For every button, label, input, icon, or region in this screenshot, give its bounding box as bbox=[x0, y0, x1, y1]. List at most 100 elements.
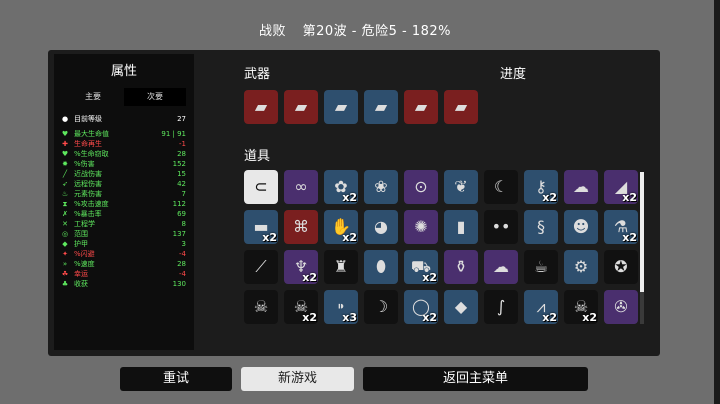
item-quantity: x2 bbox=[582, 311, 597, 324]
stat-name: %闪避 bbox=[74, 250, 95, 258]
retry-button[interactable]: 重试 bbox=[120, 367, 232, 391]
inventory-slot[interactable]: ▮ bbox=[444, 210, 478, 244]
inventory-slot[interactable]: ☠ bbox=[244, 290, 278, 324]
inventory-slot[interactable]: ❦ bbox=[444, 170, 478, 204]
item-quantity: x2 bbox=[422, 311, 437, 324]
inventory-slot[interactable]: ✿ x2 bbox=[324, 170, 358, 204]
stat-value: -4 bbox=[179, 270, 186, 278]
main-menu-button[interactable]: 返回主菜单 bbox=[363, 367, 588, 391]
stone-item-icon: ⬮ bbox=[375, 257, 387, 276]
inventory-slot[interactable]: ▰ bbox=[404, 90, 438, 124]
range-icon: ◎ bbox=[61, 229, 69, 238]
syringe-item-icon: ⟋ bbox=[255, 257, 267, 276]
tab-secondary[interactable]: 次要 bbox=[124, 88, 186, 106]
stat-row: ● 目前等级 27 bbox=[60, 114, 188, 124]
inventory-slot[interactable]: ☕ bbox=[524, 250, 558, 284]
stat-row: ⧗ %攻击速度 112 bbox=[60, 199, 188, 209]
worm-item-icon: § bbox=[537, 217, 545, 236]
stats-panel: 属性 主要 次要 ● 目前等级 27 ♥ 最大生命值 91 | 91 ✚ 生命再生 -1 ♥ %生命… bbox=[54, 54, 194, 350]
inventory-slot[interactable]: ✋ x2 bbox=[324, 210, 358, 244]
inventory-slot[interactable]: ☁ bbox=[564, 170, 598, 204]
eraser-item-icon: ◆ bbox=[454, 297, 468, 316]
inventory-slot[interactable]: ☁ bbox=[484, 250, 518, 284]
inventory-slot[interactable]: ⬮ bbox=[364, 250, 398, 284]
inventory-slot[interactable]: § bbox=[524, 210, 558, 244]
feather-item-icon: ❦ bbox=[454, 177, 468, 196]
stat-name: 幸运 bbox=[74, 270, 88, 278]
inventory-slot[interactable]: ⌘ bbox=[284, 210, 318, 244]
inventory-slot[interactable]: ▰ bbox=[364, 90, 398, 124]
inventory-slot[interactable]: ∞ bbox=[284, 170, 318, 204]
inventory-slot[interactable]: ☽ bbox=[364, 290, 398, 324]
inventory-slot[interactable]: ✺ bbox=[404, 210, 438, 244]
inventory-slot[interactable]: ☾ bbox=[484, 170, 518, 204]
result-header: 战败 第20波 - 危险5 - 182% bbox=[0, 20, 710, 39]
stat-value: 28 bbox=[177, 260, 186, 268]
inventory-slot[interactable]: ☠ x2 bbox=[564, 290, 598, 324]
stat-name: %速度 bbox=[74, 260, 95, 268]
grinder-item-icon: ✇ bbox=[614, 297, 628, 316]
inventory-slot[interactable]: ⩘ x2 bbox=[524, 290, 558, 324]
snake-item-icon: ∫ bbox=[496, 297, 506, 316]
stats-tabs: 主要 次要 bbox=[62, 88, 186, 106]
stat-name: 元素伤害 bbox=[74, 190, 102, 198]
inventory-slot[interactable]: ▰ bbox=[444, 90, 478, 124]
weapon-pistol-icon: ▰ bbox=[294, 97, 308, 116]
item-quantity: x2 bbox=[542, 311, 557, 324]
melee-icon: ╱ bbox=[62, 169, 68, 178]
item-quantity: x2 bbox=[262, 231, 277, 244]
robot-item-icon: ⌘ bbox=[293, 217, 309, 236]
items-scrollbar-thumb[interactable] bbox=[640, 172, 644, 292]
inventory-slot[interactable]: ⁍ x3 bbox=[324, 290, 358, 324]
weapon-pistol-icon: ▰ bbox=[334, 97, 348, 116]
inventory-slot[interactable]: •• bbox=[484, 210, 518, 244]
stat-row: ✦ %闪避 -4 bbox=[60, 249, 188, 259]
horn-item-icon: ☽ bbox=[373, 297, 389, 316]
inventory-slot[interactable]: ∫ bbox=[484, 290, 518, 324]
stat-value: 15 bbox=[177, 170, 186, 178]
inventory-slot[interactable]: ☻ bbox=[564, 210, 598, 244]
inventory-slot[interactable]: ▰ bbox=[324, 90, 358, 124]
crit-icon: ✗ bbox=[62, 209, 68, 218]
inventory-slot[interactable]: ⊙ bbox=[404, 170, 438, 204]
tab-primary[interactable]: 主要 bbox=[62, 88, 124, 106]
inventory-slot[interactable]: ⚗ x2 bbox=[604, 210, 638, 244]
inventory-slot[interactable]: ▰ bbox=[284, 90, 318, 124]
inventory-slot[interactable]: ⚱ bbox=[444, 250, 478, 284]
inventory-slot[interactable]: ☠ x2 bbox=[284, 290, 318, 324]
stat-value: 112 bbox=[172, 200, 186, 208]
weapons-label: 武器 bbox=[244, 67, 271, 82]
inventory-slot[interactable]: ♜ bbox=[324, 250, 358, 284]
stat-row: ♣ 收获 130 bbox=[60, 279, 188, 289]
scythe-item-icon: ☾ bbox=[493, 177, 509, 196]
stat-value: 152 bbox=[172, 160, 186, 168]
elemental-icon: ♨ bbox=[61, 189, 69, 198]
inventory-slot[interactable]: ▬ x2 bbox=[244, 210, 278, 244]
right-edge-strip bbox=[714, 0, 720, 404]
inventory-slot[interactable]: ⛟ x2 bbox=[404, 250, 438, 284]
inventory-slot[interactable]: ⊂ bbox=[244, 170, 278, 204]
inventory-slot[interactable]: ⚙ bbox=[564, 250, 598, 284]
stat-row: » %速度 28 bbox=[60, 259, 188, 269]
stat-value: 27 bbox=[177, 115, 186, 123]
inventory-slot[interactable]: ◆ bbox=[444, 290, 478, 324]
stats-list: ● 目前等级 27 ♥ 最大生命值 91 | 91 ✚ 生命再生 -1 ♥ %生命窃取 28 ✸ %伤害 1… bbox=[60, 114, 188, 289]
inventory-slot[interactable]: ◯ x2 bbox=[404, 290, 438, 324]
dog-item-icon: ✪ bbox=[614, 257, 628, 276]
inventory-slot[interactable]: ❀ bbox=[364, 170, 398, 204]
stat-row: ♨ 元素伤害 7 bbox=[60, 189, 188, 199]
new-game-button[interactable]: 新游戏 bbox=[241, 367, 354, 391]
inventory-slot[interactable]: ⚷ x2 bbox=[524, 170, 558, 204]
inventory-slot[interactable]: ▰ bbox=[244, 90, 278, 124]
eyes-item-icon: •• bbox=[491, 217, 511, 236]
inventory-slot[interactable]: ⟋ bbox=[244, 250, 278, 284]
inventory-slot[interactable]: ◢ x2 bbox=[604, 170, 638, 204]
stat-name: 最大生命值 bbox=[74, 130, 109, 138]
inventory-slot[interactable]: ◕ bbox=[364, 210, 398, 244]
ghost-item-icon: ☁ bbox=[573, 177, 589, 196]
stat-name: 收获 bbox=[74, 280, 88, 288]
inventory-slot[interactable]: ♆ x2 bbox=[284, 250, 318, 284]
inventory-slot[interactable]: ✇ bbox=[604, 290, 638, 324]
stats-title: 属性 bbox=[110, 64, 137, 79]
inventory-slot[interactable]: ✪ bbox=[604, 250, 638, 284]
